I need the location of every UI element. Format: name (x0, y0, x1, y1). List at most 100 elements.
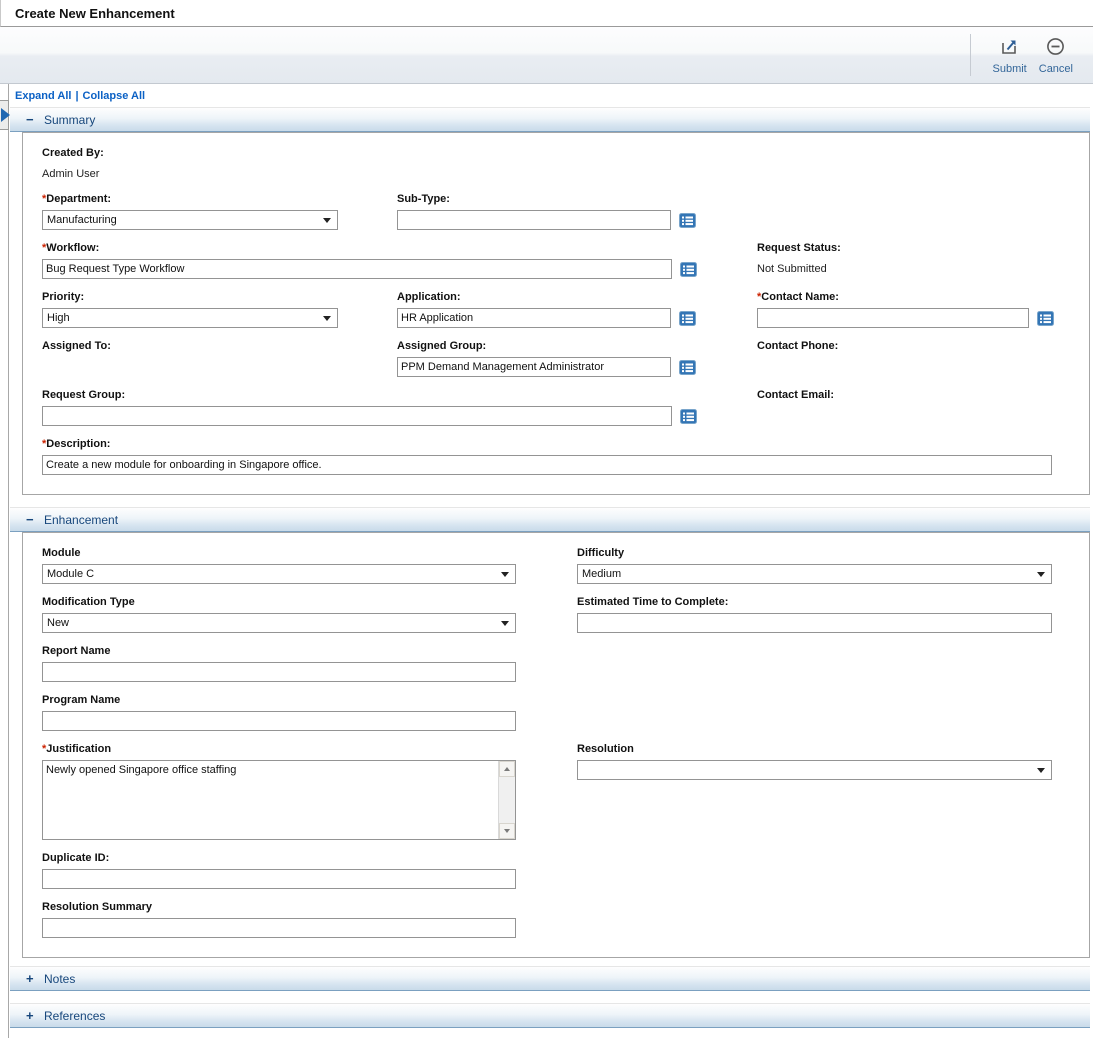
section-title-enhancement: Enhancement (44, 513, 118, 527)
contact-phone-label: Contact Phone: (757, 339, 1065, 353)
lookup-list-icon[interactable] (679, 360, 696, 375)
resolution-summary-input[interactable] (42, 918, 516, 938)
justification-textarea[interactable]: Newly opened Singapore office staffing (42, 760, 516, 840)
submit-button[interactable]: Submit (987, 27, 1033, 83)
field-justification: *Justification Newly opened Singapore of… (42, 742, 577, 840)
dropdown-arrow-icon (501, 621, 509, 626)
lookup-list-icon[interactable] (679, 311, 696, 326)
workflow-input[interactable] (42, 259, 672, 279)
resolution-select[interactable] (577, 760, 1052, 780)
modification-type-select[interactable]: New (42, 613, 516, 633)
field-contact-phone: Contact Phone: (757, 339, 1065, 377)
scroll-down-icon (504, 829, 510, 833)
dropdown-arrow-icon (1037, 572, 1045, 577)
dropdown-arrow-icon (323, 218, 331, 223)
dropdown-arrow-icon (501, 572, 509, 577)
resolution-label: Resolution (577, 742, 1065, 756)
section-title-notes: Notes (44, 972, 75, 986)
section-header-references[interactable]: + References (10, 1003, 1090, 1028)
field-modification-type: Modification Type New (42, 595, 577, 633)
field-request-group: Request Group: (42, 388, 757, 426)
estimated-time-input[interactable] (577, 613, 1052, 633)
report-name-label: Report Name (42, 644, 577, 658)
scroll-down-button[interactable] (499, 823, 515, 839)
collapse-icon: − (26, 112, 44, 127)
assigned-group-input[interactable] (397, 357, 671, 377)
title-bar: Create New Enhancement (0, 0, 1093, 27)
section-header-enhancement[interactable]: − Enhancement (10, 507, 1090, 532)
request-group-input[interactable] (42, 406, 672, 426)
estimated-time-label: Estimated Time to Complete: (577, 595, 1065, 609)
field-contact-email: Contact Email: (757, 388, 1065, 426)
application-input[interactable] (397, 308, 671, 328)
program-name-input[interactable] (42, 711, 516, 731)
contact-name-input[interactable] (757, 308, 1029, 328)
duplicate-id-input[interactable] (42, 869, 516, 889)
dropdown-arrow-icon (1037, 768, 1045, 773)
request-status-label: Request Status: (757, 241, 1065, 255)
cancel-icon (1045, 36, 1066, 60)
field-application: Application: (397, 290, 757, 328)
duplicate-id-label: Duplicate ID: (42, 851, 577, 865)
textarea-scrollbar[interactable] (498, 761, 515, 839)
field-duplicate-id: Duplicate ID: (42, 851, 577, 889)
expand-collapse-row: Expand All | Collapse All (9, 84, 1093, 107)
report-name-input[interactable] (42, 662, 516, 682)
workflow-label: *Workflow: (42, 241, 757, 255)
sidebar-arrow-icon (1, 108, 10, 122)
field-difficulty: Difficulty Medium (577, 546, 1065, 584)
request-status-value: Not Submitted (757, 262, 1065, 276)
field-request-status: Request Status: Not Submitted (757, 241, 1065, 279)
section-header-notes[interactable]: + Notes (10, 966, 1090, 991)
link-separator: | (75, 90, 78, 102)
assigned-to-label: Assigned To: (42, 339, 397, 353)
scroll-up-button[interactable] (499, 761, 515, 777)
collapse-icon: − (26, 512, 44, 527)
field-description: *Description: (42, 437, 1065, 475)
module-label: Module (42, 546, 577, 560)
enhancement-section-body: Module Module C Difficulty Medium Modifi… (22, 532, 1090, 958)
sidebar-expand-tab[interactable] (0, 100, 9, 130)
lookup-list-icon[interactable] (1037, 311, 1054, 326)
contact-email-label: Contact Email: (757, 388, 1065, 402)
collapse-all-link[interactable]: Collapse All (83, 90, 146, 102)
sub-type-label: Sub-Type: (397, 192, 1065, 206)
department-select[interactable]: Manufacturing (42, 210, 338, 230)
request-group-label: Request Group: (42, 388, 757, 402)
contact-name-label: *Contact Name: (757, 290, 1065, 304)
cancel-button[interactable]: Cancel (1033, 27, 1079, 83)
assigned-group-label: Assigned Group: (397, 339, 757, 353)
expand-all-link[interactable]: Expand All (15, 90, 71, 102)
field-program-name: Program Name (42, 693, 577, 731)
priority-select[interactable]: High (42, 308, 338, 328)
section-header-summary[interactable]: − Summary (10, 107, 1090, 132)
create-enhancement-page: Create New Enhancement Submit Cancel (0, 0, 1093, 1038)
application-label: Application: (397, 290, 757, 304)
description-input[interactable] (42, 455, 1052, 475)
field-resolution: Resolution (577, 742, 1065, 840)
justification-label: *Justification (42, 742, 577, 756)
submit-button-label: Submit (993, 63, 1027, 75)
page-title: Create New Enhancement (15, 6, 175, 21)
sub-type-input[interactable] (397, 210, 671, 230)
field-estimated-time: Estimated Time to Complete: (577, 595, 1065, 633)
scroll-up-icon (504, 767, 510, 771)
expand-icon: + (26, 971, 44, 986)
priority-label: Priority: (42, 290, 397, 304)
cancel-button-label: Cancel (1039, 63, 1073, 75)
field-workflow: *Workflow: (42, 241, 757, 279)
section-title-summary: Summary (44, 113, 95, 127)
difficulty-select[interactable]: Medium (577, 564, 1052, 584)
lookup-list-icon[interactable] (679, 213, 696, 228)
module-select[interactable]: Module C (42, 564, 516, 584)
section-title-references: References (44, 1009, 105, 1023)
lookup-list-icon[interactable] (680, 409, 697, 424)
field-module: Module Module C (42, 546, 577, 584)
action-toolbar: Submit Cancel (0, 27, 1093, 84)
department-label: *Department: (42, 192, 397, 206)
field-resolution-summary: Resolution Summary (42, 900, 577, 938)
lookup-list-icon[interactable] (680, 262, 697, 277)
field-report-name: Report Name (42, 644, 577, 682)
field-assigned-group: Assigned Group: (397, 339, 757, 377)
difficulty-label: Difficulty (577, 546, 1065, 560)
